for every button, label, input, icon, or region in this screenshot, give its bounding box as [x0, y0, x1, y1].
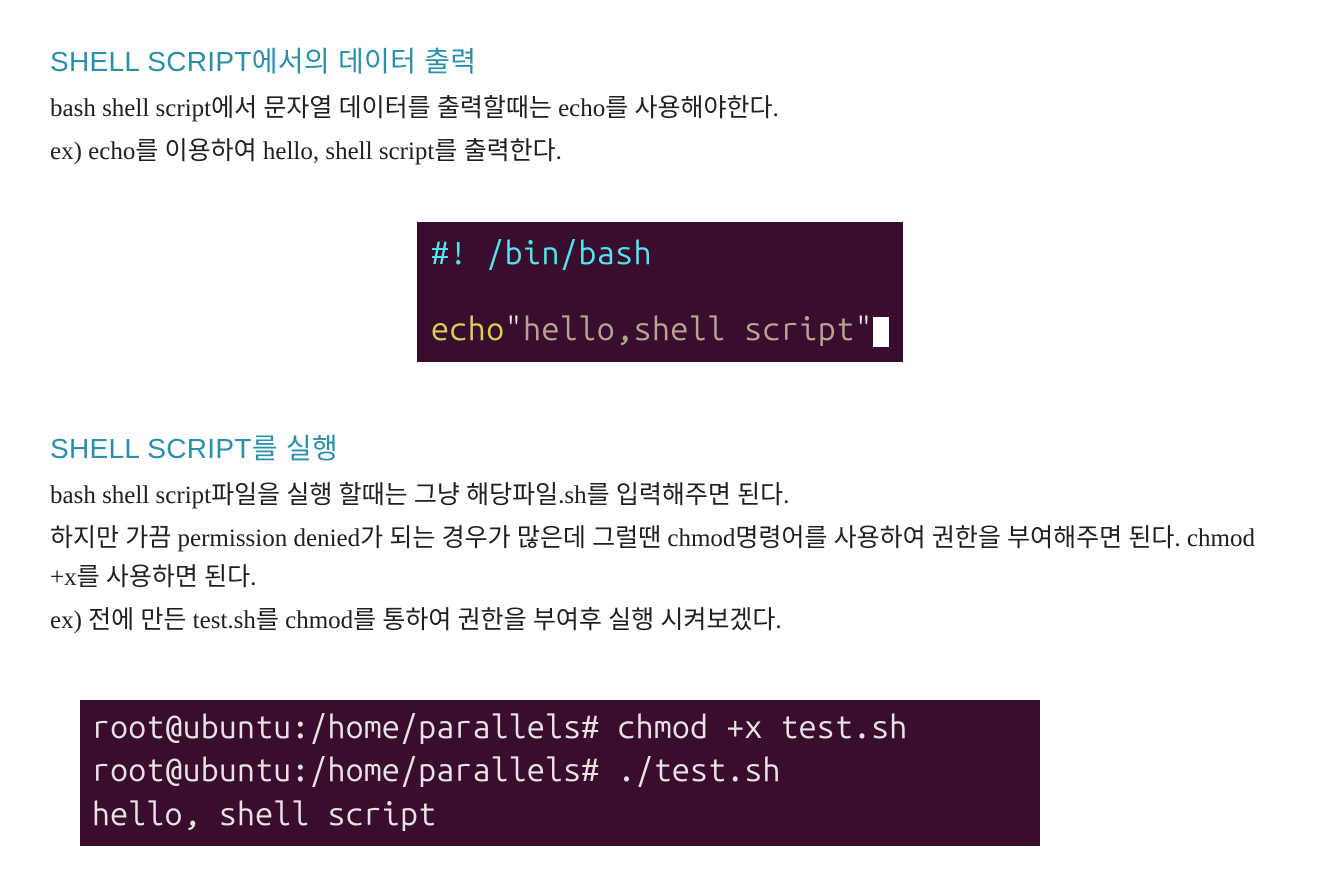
section-heading-output: SHELL SCRIPT에서의 데이터 출력	[50, 40, 1270, 80]
echo-close-quote: "	[855, 311, 873, 347]
code-line-shebang: #! /bin/bash	[431, 230, 889, 276]
section2-p2: 하지만 가끔 permission denied가 되는 경우가 많은데 그럴땐…	[50, 520, 1270, 598]
echo-keyword: echo	[431, 311, 505, 347]
echo-open-quote: "	[505, 311, 523, 347]
terminal-block-run: root@ubuntu:/home/parallels# chmod +x te…	[80, 700, 1040, 846]
echo-string: hello,shell script	[523, 311, 855, 347]
section2-body: bash shell script파일을 실행 할때는 그냥 해당파일.sh를 …	[50, 477, 1270, 640]
shebang-path: /bin/bash	[486, 235, 652, 271]
terminal-line-2: root@ubuntu:/home/parallels# ./test.sh	[92, 749, 1028, 792]
section1-p2: ex) echo를 이용하여 hello, shell script를 출력한다…	[50, 133, 1270, 172]
cursor-icon	[873, 317, 889, 347]
section1-p1: bash shell script에서 문자열 데이터를 출력할때는 echo를…	[50, 90, 1270, 129]
code-line-echo: echo"hello,shell script"	[431, 306, 889, 352]
terminal-line-3: hello, shell script	[92, 793, 1028, 836]
section-heading-run: SHELL SCRIPT를 실행	[50, 427, 1270, 467]
section1-body: bash shell script에서 문자열 데이터를 출력할때는 echo를…	[50, 90, 1270, 172]
shebang-prefix: #!	[431, 235, 486, 271]
code-block-echo: #! /bin/bash echo"hello,shell script"	[417, 222, 903, 363]
section2-p3: ex) 전에 만든 test.sh를 chmod를 통하여 권한을 부여후 실행…	[50, 602, 1270, 641]
terminal-line-1: root@ubuntu:/home/parallels# chmod +x te…	[92, 706, 1028, 749]
section2-p1: bash shell script파일을 실행 할때는 그냥 해당파일.sh를 …	[50, 477, 1270, 516]
